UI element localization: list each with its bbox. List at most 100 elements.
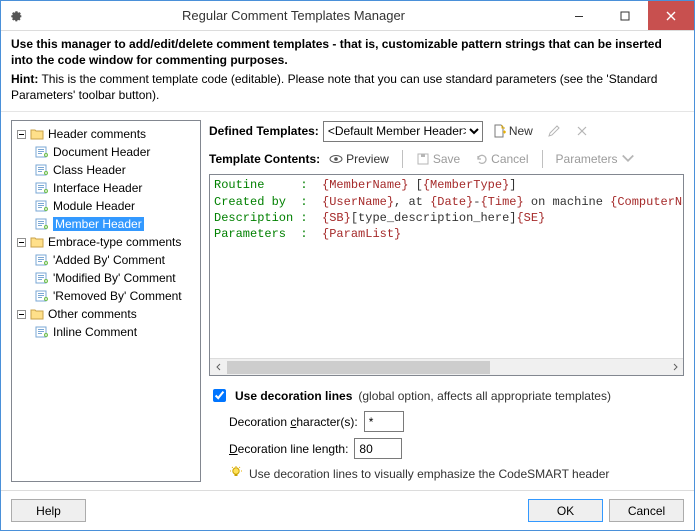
defined-templates-combo[interactable]: <Default Member Header>	[323, 121, 483, 142]
new-template-button[interactable]: New	[487, 120, 538, 142]
scroll-thumb[interactable]	[227, 361, 490, 374]
save-label: Save	[433, 152, 460, 166]
footer: Help OK Cancel	[1, 490, 694, 530]
tree-item-label: Class Header	[53, 163, 126, 177]
tree-item-label: Member Header	[53, 217, 144, 231]
tree-group-label: Header comments	[48, 127, 146, 141]
right-pane: Defined Templates: <Default Member Heade…	[209, 120, 684, 482]
tree-item[interactable]: Member Header	[14, 215, 198, 233]
collapse-icon[interactable]	[16, 129, 27, 140]
collapse-icon[interactable]	[16, 237, 27, 248]
tree-group-label: Embrace-type comments	[48, 235, 181, 249]
tree-group[interactable]: Embrace-type comments	[14, 233, 198, 251]
tree-item-label: Interface Header	[53, 181, 142, 195]
chevron-down-icon	[621, 152, 635, 166]
tree-item-label: Document Header	[53, 145, 150, 159]
horizontal-scrollbar[interactable]	[210, 358, 683, 375]
dialog-window: Regular Comment Templates Manager Use th…	[0, 0, 695, 531]
template-contents-label: Template Contents:	[209, 152, 320, 166]
header-text: Use this manager to add/edit/delete comm…	[1, 31, 694, 112]
decoration-hint-row: Use decoration lines to visually emphasi…	[209, 465, 684, 482]
code-editor[interactable]: Routine : {MemberName} [{MemberType}] Cr…	[210, 175, 683, 358]
tree-item[interactable]: Class Header	[14, 161, 198, 179]
decoration-char-input[interactable]	[364, 411, 404, 432]
template-icon	[34, 145, 50, 159]
eye-icon	[329, 152, 343, 166]
tree-item[interactable]: Interface Header	[14, 179, 198, 197]
maximize-button[interactable]	[602, 1, 648, 30]
delete-icon	[575, 124, 589, 138]
new-label: New	[509, 124, 533, 138]
defined-templates-label: Defined Templates:	[209, 124, 319, 138]
tree-group-label: Other comments	[48, 307, 137, 321]
lightbulb-icon	[229, 465, 243, 482]
save-button: Save	[411, 148, 465, 170]
decoration-char-label: Decoration character(s):	[229, 415, 358, 429]
parameters-button: Parameters	[551, 148, 640, 170]
template-icon	[34, 271, 50, 285]
hint-body: This is the comment template code (edita…	[11, 72, 657, 102]
folder-icon	[29, 127, 45, 141]
use-decoration-note: (global option, affects all appropriate …	[358, 389, 611, 403]
collapse-icon[interactable]	[16, 309, 27, 320]
hint-text: Hint: This is the comment template code …	[11, 72, 684, 103]
system-menu-icon[interactable]	[1, 9, 31, 23]
window-buttons	[556, 1, 694, 30]
separator	[542, 150, 543, 168]
use-decoration-label: Use decoration lines	[235, 389, 352, 403]
parameters-label: Parameters	[556, 152, 618, 166]
template-icon	[34, 325, 50, 339]
decoration-length-input[interactable]	[354, 438, 402, 459]
use-decoration-row: Use decoration lines (global option, aff…	[209, 386, 684, 405]
cancel-edit-button: Cancel	[469, 148, 533, 170]
template-icon	[34, 199, 50, 213]
decoration-hint-text: Use decoration lines to visually emphasi…	[249, 467, 609, 481]
body: Header comments Document Header Class Head…	[1, 112, 694, 490]
pencil-icon	[547, 124, 561, 138]
undo-icon	[474, 152, 488, 166]
tree-item-label: Module Header	[53, 199, 135, 213]
tree-item[interactable]: Module Header	[14, 197, 198, 215]
edit-template-button	[542, 120, 566, 142]
tree-item[interactable]: Inline Comment	[14, 323, 198, 341]
template-icon	[34, 217, 50, 231]
tree-item[interactable]: Document Header	[14, 143, 198, 161]
tree-item[interactable]: 'Removed By' Comment	[14, 287, 198, 305]
hint-label: Hint:	[11, 72, 38, 86]
new-icon	[492, 124, 506, 138]
ok-button[interactable]: OK	[528, 499, 603, 522]
scroll-left-button[interactable]	[210, 359, 227, 376]
decoration-length-row: Decoration line length:	[209, 438, 684, 459]
tree-group[interactable]: Other comments	[14, 305, 198, 323]
template-tree[interactable]: Header comments Document Header Class Head…	[11, 120, 201, 482]
help-button[interactable]: Help	[11, 499, 86, 522]
tree-group[interactable]: Header comments	[14, 125, 198, 143]
preview-button[interactable]: Preview	[324, 148, 394, 170]
template-icon	[34, 163, 50, 177]
template-contents-row: Template Contents: Preview Save Cancel P…	[209, 148, 684, 170]
cancel-button[interactable]: Cancel	[609, 499, 684, 522]
decoration-char-row: Decoration character(s):	[209, 411, 684, 432]
scroll-track[interactable]	[227, 359, 666, 376]
tree-item-label: 'Modified By' Comment	[53, 271, 176, 285]
delete-template-button	[570, 120, 594, 142]
tree-item[interactable]: 'Added By' Comment	[14, 251, 198, 269]
cancel-edit-label: Cancel	[491, 152, 528, 166]
instruction-text: Use this manager to add/edit/delete comm…	[11, 37, 684, 68]
tree-item[interactable]: 'Modified By' Comment	[14, 269, 198, 287]
separator	[402, 150, 403, 168]
minimize-button[interactable]	[556, 1, 602, 30]
close-button[interactable]	[648, 1, 694, 30]
template-icon	[34, 181, 50, 195]
preview-label: Preview	[346, 152, 389, 166]
tree-item-label: 'Removed By' Comment	[53, 289, 182, 303]
template-icon	[34, 289, 50, 303]
folder-icon	[29, 235, 45, 249]
scroll-right-button[interactable]	[666, 359, 683, 376]
use-decoration-checkbox[interactable]	[213, 389, 226, 402]
defined-templates-row: Defined Templates: <Default Member Heade…	[209, 120, 684, 142]
decoration-length-label: Decoration line length:	[229, 442, 348, 456]
tree-item-label: 'Added By' Comment	[53, 253, 165, 267]
decoration-section: Use decoration lines (global option, aff…	[209, 376, 684, 482]
folder-icon	[29, 307, 45, 321]
